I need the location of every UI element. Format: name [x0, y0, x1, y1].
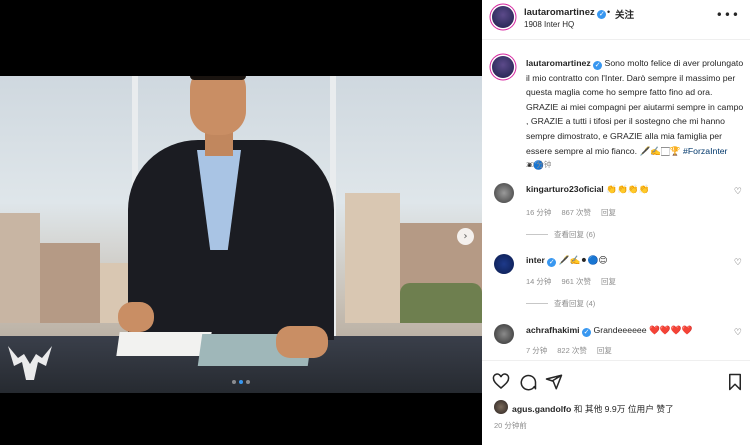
carousel-dot[interactable] — [239, 380, 243, 384]
caption-timestamp[interactable]: 20 分钟 — [526, 159, 551, 170]
view-replies-label[interactable]: 查看回复 (6) — [554, 229, 595, 240]
comment-username[interactable]: achrafhakimi — [526, 325, 580, 335]
comment-username[interactable]: inter — [526, 255, 545, 265]
post-photo[interactable] — [0, 76, 482, 393]
avatar[interactable] — [494, 254, 514, 274]
comment-meta: 14 分钟 961 次赞 回复 — [526, 276, 616, 287]
person-hair — [190, 76, 246, 80]
heart-icon[interactable] — [492, 373, 510, 391]
comment-likes[interactable]: 961 次赞 — [561, 276, 591, 287]
comment-meta: 16 分钟 867 次赞 回复 — [526, 207, 616, 218]
heart-icon[interactable]: ♡ — [734, 258, 742, 268]
comment-text: 🖋️✍️⚫🔵😊 — [558, 255, 608, 265]
view-replies-button[interactable]: 查看回复 (6) — [526, 229, 595, 240]
reply-button[interactable]: 回复 — [597, 345, 612, 356]
divider-line — [526, 234, 548, 235]
avatar[interactable] — [494, 183, 514, 203]
author-username[interactable]: lautaromartinez ✓ — [524, 7, 607, 19]
view-replies-button[interactable]: 查看回复 (4) — [526, 298, 595, 309]
divider-line — [526, 303, 548, 304]
comment-body: kingarturo23oficial 👏👏👏👏 — [526, 184, 649, 195]
comment-body: achrafhakimi ✓ Grandeeeeee ❤️❤️❤️❤️ — [526, 325, 692, 337]
comment-time[interactable]: 14 分钟 — [526, 276, 551, 287]
verified-badge-icon: ✓ — [547, 258, 557, 267]
ellipsis-icon[interactable]: ••• — [716, 8, 740, 22]
author-username-text[interactable]: lautaromartinez — [524, 7, 595, 18]
likes-text: agus.gandolfo 和 其他 9.9万 位用户 赞了 — [512, 402, 674, 415]
caption-body: Sono molto felice di aver prolungato il … — [526, 58, 744, 156]
person-head — [190, 76, 246, 135]
carousel-indicator — [0, 380, 482, 384]
post-header: lautaromartinez ✓ • 关注 1908 Inter HQ ••• — [482, 0, 750, 40]
carousel-dot[interactable] — [232, 380, 236, 384]
heart-icon[interactable]: ♡ — [734, 328, 742, 338]
comment-likes[interactable]: 822 次赞 — [557, 345, 587, 356]
carousel-dot[interactable] — [246, 380, 250, 384]
post-media-panel: › — [0, 0, 482, 445]
reply-button[interactable]: 回复 — [601, 207, 616, 218]
hashtag-link[interactable]: #ForzaInter — [683, 146, 727, 156]
verified-badge-icon: ✓ — [582, 328, 592, 337]
post-actions-bar — [482, 360, 750, 400]
contract-paper — [116, 332, 212, 356]
trees — [400, 283, 482, 323]
post-location[interactable]: 1908 Inter HQ — [524, 20, 574, 29]
comment-body: inter ✓ 🖋️✍️⚫🔵😊 — [526, 255, 607, 267]
liker-username[interactable]: agus.gandolfo — [512, 404, 571, 414]
person-hand — [118, 302, 154, 332]
comment-likes[interactable]: 867 次赞 — [561, 207, 591, 218]
next-slide-button[interactable]: › — [457, 228, 474, 245]
reply-button[interactable]: 回复 — [601, 276, 616, 287]
follow-button[interactable]: 关注 — [615, 7, 634, 21]
comment-time[interactable]: 16 分钟 — [526, 207, 551, 218]
separator-dot: • — [607, 7, 611, 17]
avatar[interactable] — [492, 6, 514, 28]
comment-icon[interactable] — [519, 373, 537, 391]
comment-text: 👏👏👏👏 — [606, 184, 650, 194]
heart-icon[interactable]: ♡ — [734, 187, 742, 197]
avatar[interactable] — [492, 56, 514, 78]
instagram-post-viewer: › lautaromartinez ✓ • 关注 1908 Inter HQ •… — [0, 0, 750, 445]
building — [40, 243, 100, 323]
view-replies-label[interactable]: 查看回复 (4) — [554, 298, 595, 309]
comment-text: Grandeeeeee ❤️❤️❤️❤️ — [593, 325, 693, 335]
avatar[interactable] — [494, 324, 514, 344]
comment-username[interactable]: kingarturo23oficial — [526, 184, 604, 194]
caption-username[interactable]: lautaromartinez — [526, 58, 591, 68]
caption-text: lautaromartinez ✓ Sono molto felice di a… — [526, 56, 744, 173]
chevron-right-icon: › — [463, 231, 468, 242]
share-icon[interactable] — [545, 373, 563, 391]
avatar[interactable] — [494, 400, 508, 414]
lm-bull-logo — [8, 346, 52, 380]
verified-badge-icon: ✓ — [593, 61, 603, 70]
likes-count-text[interactable]: 和 其他 9.9万 位用户 赞了 — [571, 404, 674, 414]
post-side-panel: lautaromartinez ✓ • 关注 1908 Inter HQ •••… — [482, 0, 750, 445]
comment-meta: 7 分钟 822 次赞 回复 — [526, 345, 612, 356]
building — [0, 213, 40, 323]
post-timestamp[interactable]: 20 分钟前 — [494, 420, 527, 431]
bookmark-icon[interactable] — [726, 373, 744, 391]
building — [345, 193, 400, 323]
person-hand — [276, 326, 328, 358]
verified-badge-icon: ✓ — [597, 10, 607, 19]
comment-time[interactable]: 7 分钟 — [526, 345, 547, 356]
